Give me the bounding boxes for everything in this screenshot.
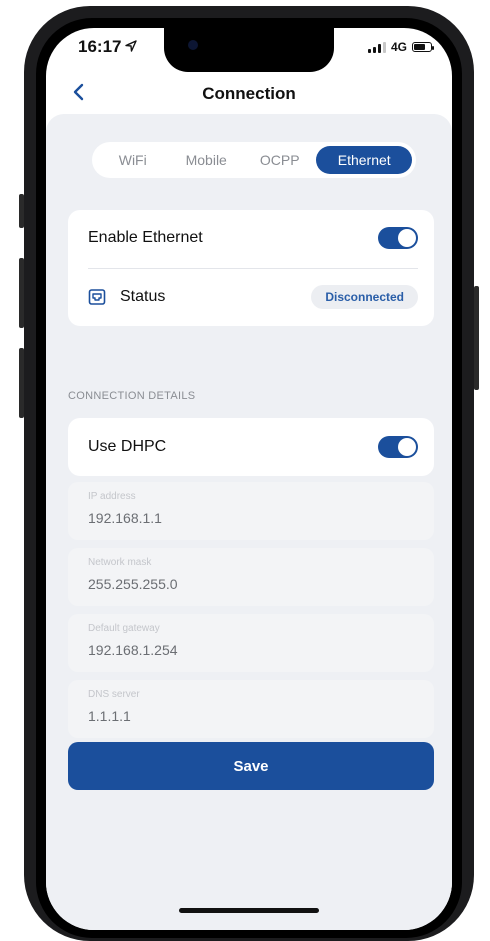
dns-server-field[interactable]: DNS server 1.1.1.1: [68, 680, 434, 738]
status-time-text: 16:17: [78, 37, 122, 56]
notch: [164, 28, 334, 72]
network-mask-value: 255.255.255.0: [88, 576, 178, 592]
network-type: 4G: [390, 40, 407, 54]
tab-wifi[interactable]: WiFi: [96, 146, 169, 174]
connection-type-tabs: WiFi Mobile OCPP Ethernet: [92, 142, 416, 178]
ip-address-value: 192.168.1.1: [88, 510, 162, 526]
ethernet-card: Enable Ethernet Status Disconnected: [68, 210, 434, 326]
tab-ocpp[interactable]: OCPP: [243, 146, 316, 174]
use-dhcp-toggle[interactable]: [378, 436, 418, 458]
location-arrow-icon: [125, 39, 138, 55]
dns-server-value: 1.1.1.1: [88, 708, 131, 724]
status-badge: Disconnected: [311, 285, 418, 309]
dns-server-label: DNS server: [88, 689, 140, 700]
home-indicator[interactable]: [179, 908, 319, 913]
default-gateway-value: 192.168.1.254: [88, 642, 178, 658]
enable-ethernet-toggle[interactable]: [378, 227, 418, 249]
front-camera: [188, 40, 198, 50]
content-area: WiFi Mobile OCPP Ethernet Enable Etherne…: [46, 114, 452, 930]
status-row: Status Disconnected: [68, 269, 434, 325]
signal-strength-icon: [367, 41, 386, 53]
status-indicators: 4G: [367, 40, 434, 54]
connection-details-heading: CONNECTION DETAILS: [68, 390, 196, 402]
network-mask-field[interactable]: Network mask 255.255.255.0: [68, 548, 434, 606]
use-dhcp-row: Use DHPC: [68, 418, 434, 476]
dhcp-card: Use DHPC: [68, 418, 434, 476]
ip-address-label: IP address: [88, 491, 136, 502]
ethernet-port-icon: [88, 288, 106, 306]
default-gateway-field[interactable]: Default gateway 192.168.1.254: [68, 614, 434, 672]
power-button: [474, 286, 479, 390]
status-time: 16:17: [78, 37, 138, 57]
save-button[interactable]: Save: [68, 742, 434, 790]
app-screen: 16:17 4G Connection WiFi Mobile OCPP Eth…: [46, 28, 452, 930]
battery-icon: [412, 42, 434, 52]
tab-ethernet[interactable]: Ethernet: [316, 146, 412, 174]
use-dhcp-label: Use DHPC: [88, 438, 167, 455]
status-label: Status: [120, 288, 166, 305]
enable-ethernet-label: Enable Ethernet: [88, 229, 203, 246]
network-mask-label: Network mask: [88, 557, 152, 568]
ip-address-field[interactable]: IP address 192.168.1.1: [68, 482, 434, 540]
page-title: Connection: [202, 84, 296, 103]
default-gateway-label: Default gateway: [88, 623, 160, 634]
tab-mobile[interactable]: Mobile: [169, 146, 242, 174]
enable-ethernet-row: Enable Ethernet: [68, 210, 434, 266]
